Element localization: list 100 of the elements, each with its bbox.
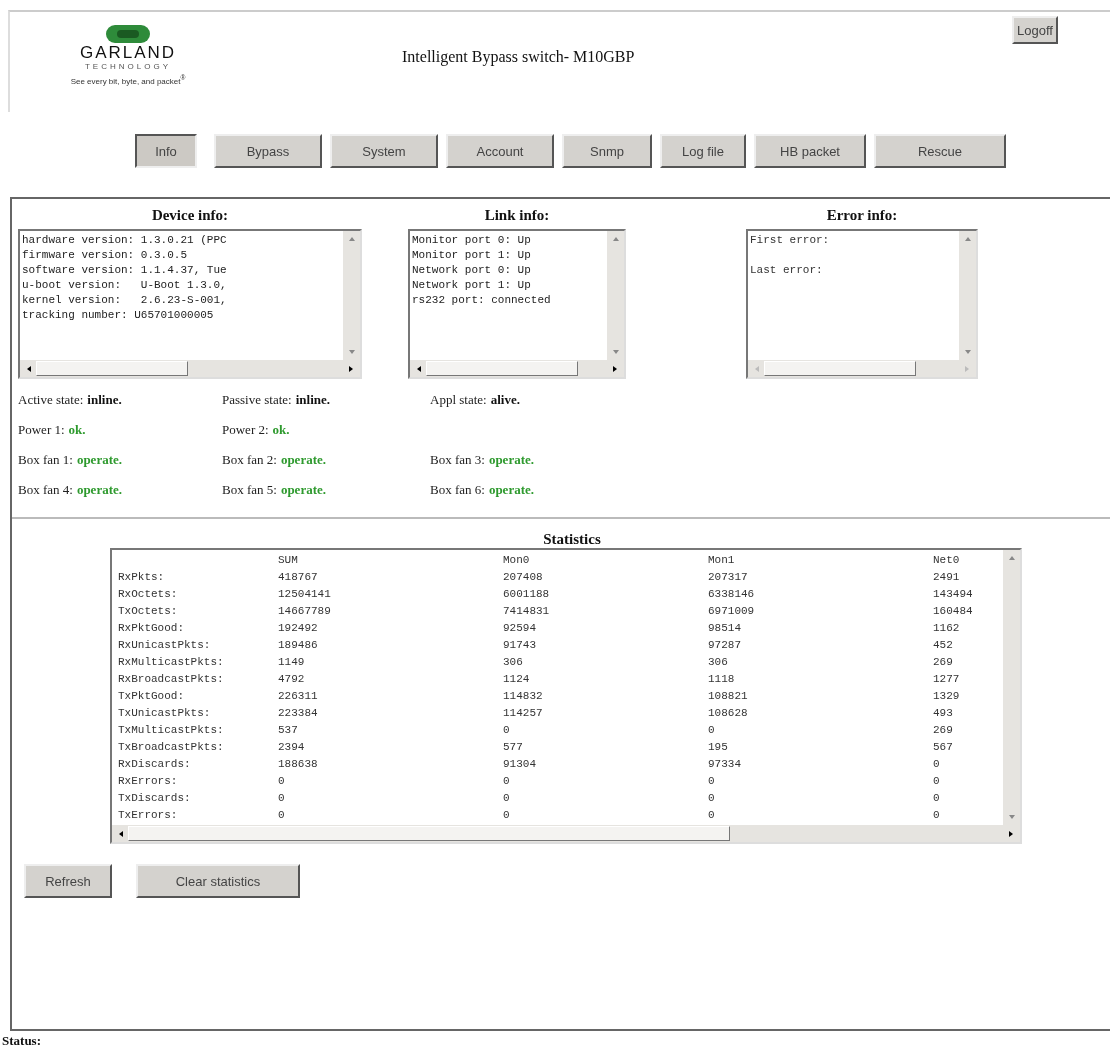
nav-tab[interactable]: Log file	[660, 134, 746, 168]
status-label: Power 1:	[18, 422, 65, 437]
table-cell-text: 0	[278, 808, 286, 823]
statistics-text-area[interactable]	[110, 548, 1022, 844]
row-label: RxUnicastPkts:	[118, 638, 212, 653]
text-area[interactable]: hardware version: 1.3.0.21 (PPC firmware version: 0.3.0.5 software version: 1.1.4.37, Tue u-boot version: U-Boot 1.3.0, kernel version: 2.6.23-S-001, tracking number: U65701000005	[18, 229, 362, 379]
vertical-scrollbar[interactable]	[607, 231, 624, 360]
text-line: firmware version: 0.3.0.5	[22, 248, 189, 263]
row-label: TxUnicastPkts:	[118, 706, 212, 721]
table-cell-text: 1277	[933, 672, 961, 687]
table-cell-text: 1162	[933, 621, 961, 636]
table-cell-text: 0	[933, 774, 941, 789]
table-cell-text: 0	[278, 774, 286, 789]
horizontal-scrollbar[interactable]	[112, 825, 1020, 842]
row-label: RxDiscards:	[118, 757, 192, 772]
section-heading: Statistics	[542, 531, 602, 548]
text-line: software version: 1.1.4.37, Tue	[22, 263, 228, 278]
table-cell-text: 114257	[503, 706, 544, 721]
table-cell-text: 1124	[503, 672, 531, 687]
table-cell-text: 6338146	[708, 587, 756, 602]
nav-tab[interactable]: Rescue	[874, 134, 1006, 168]
status-value: operate.	[280, 452, 326, 467]
text-line: Network port 1: Up	[412, 278, 532, 293]
vertical-scrollbar[interactable]	[1003, 550, 1020, 825]
section-heading: Link info:	[484, 207, 550, 225]
row-label: RxMulticastPkts:	[118, 655, 225, 670]
table-cell-text: 97287	[708, 638, 742, 653]
column-header: Mon0	[503, 553, 531, 568]
table-cell-text: 269	[933, 655, 954, 670]
text-line: rs232 port: connected	[412, 293, 552, 308]
table-cell-text: 108821	[708, 689, 749, 704]
table-cell-text: 14667789	[278, 604, 332, 619]
status-label: Status:	[2, 1033, 42, 1049]
nav-tab[interactable]: Bypass	[214, 134, 322, 168]
table-cell-text: 577	[503, 740, 524, 755]
table-cell-text: 0	[708, 774, 716, 789]
horizontal-scrollbar[interactable]	[20, 360, 360, 377]
table-cell-text: 143494	[933, 587, 974, 602]
text-line: Monitor port 0: Up	[412, 233, 532, 248]
action-button[interactable]: Clear statistics	[136, 864, 300, 898]
row-label: TxErrors:	[118, 808, 179, 823]
status-value: operate.	[76, 452, 122, 467]
nav-tab[interactable]: Account	[446, 134, 554, 168]
table-cell-text: 0	[503, 723, 511, 738]
table-cell-text: 12504141	[278, 587, 332, 602]
table-cell-text: 114832	[503, 689, 544, 704]
row-label: TxPktGood:	[118, 689, 185, 704]
status-label: Box fan 2:	[222, 452, 277, 467]
table-cell-text: 6971009	[708, 604, 756, 619]
status-label: Passive state:	[222, 392, 292, 407]
table-cell-text: 2394	[278, 740, 306, 755]
row-label: RxPkts:	[118, 570, 166, 585]
table-cell-text: 160484	[933, 604, 974, 619]
table-cell-text: 306	[708, 655, 729, 670]
table-cell-text: 1329	[933, 689, 961, 704]
action-button[interactable]: Refresh	[24, 864, 112, 898]
table-cell-text: 108628	[708, 706, 749, 721]
row-label: RxBroadcastPkts:	[118, 672, 225, 687]
table-cell-text: 0	[708, 808, 716, 823]
row-label: TxOctets:	[118, 604, 179, 619]
table-cell-text: 2491	[933, 570, 961, 585]
table-cell-text: 269	[933, 723, 954, 738]
table-cell-text: 207317	[708, 570, 749, 585]
nav-tab[interactable]: HB packet	[754, 134, 866, 168]
text-line: tracking number: U65701000005	[22, 308, 215, 323]
table-cell-text: 0	[503, 808, 511, 823]
row-label: TxBroadcastPkts:	[118, 740, 225, 755]
table-cell-text: 6001188	[503, 587, 551, 602]
logo-subtitle: TECHNOLOGY	[85, 62, 171, 72]
vertical-scrollbar[interactable]	[343, 231, 360, 360]
table-cell-text: 452	[933, 638, 954, 653]
nav-tab[interactable]: System	[330, 134, 438, 168]
status-value: ok.	[272, 422, 290, 437]
table-cell-text: 188638	[278, 757, 319, 772]
section-heading: Error info:	[826, 207, 898, 225]
nav-tab[interactable]: Snmp	[562, 134, 652, 168]
status-label: Appl state:	[430, 392, 487, 407]
horizontal-scrollbar[interactable]	[410, 360, 624, 377]
status-label: Box fan 6:	[430, 482, 485, 497]
status-value: operate.	[280, 482, 326, 497]
text-area[interactable]: Monitor port 0: Up Monitor port 1: Up Network port 0: Up Network port 1: Up rs232 port: connected	[408, 229, 626, 379]
row-label: RxPktGood:	[118, 621, 185, 636]
status-label: Box fan 3:	[430, 452, 485, 467]
page-title: Intelligent Bypass switch- M10GBP	[402, 48, 635, 68]
table-cell-text: 92594	[503, 621, 537, 636]
table-cell-text: 0	[933, 808, 941, 823]
column-header: Net0	[933, 553, 961, 568]
status-value: ok.	[68, 422, 86, 437]
table-cell-text: 91304	[503, 757, 537, 772]
nav-tab[interactable]: Info	[135, 134, 197, 168]
table-cell-text: 567	[933, 740, 954, 755]
text-line: Last error:	[750, 263, 824, 278]
status-value: operate.	[488, 482, 534, 497]
row-label: RxErrors:	[118, 774, 179, 789]
status-value: operate.	[76, 482, 122, 497]
logo-tagline: See every bit, byte, and packet$^{®}$	[70, 73, 186, 87]
table-cell-text: 0	[503, 774, 511, 789]
table-cell-text: 91743	[503, 638, 537, 653]
logoff-button[interactable]: Logoff	[1012, 16, 1058, 44]
column-header: SUM	[278, 553, 299, 568]
